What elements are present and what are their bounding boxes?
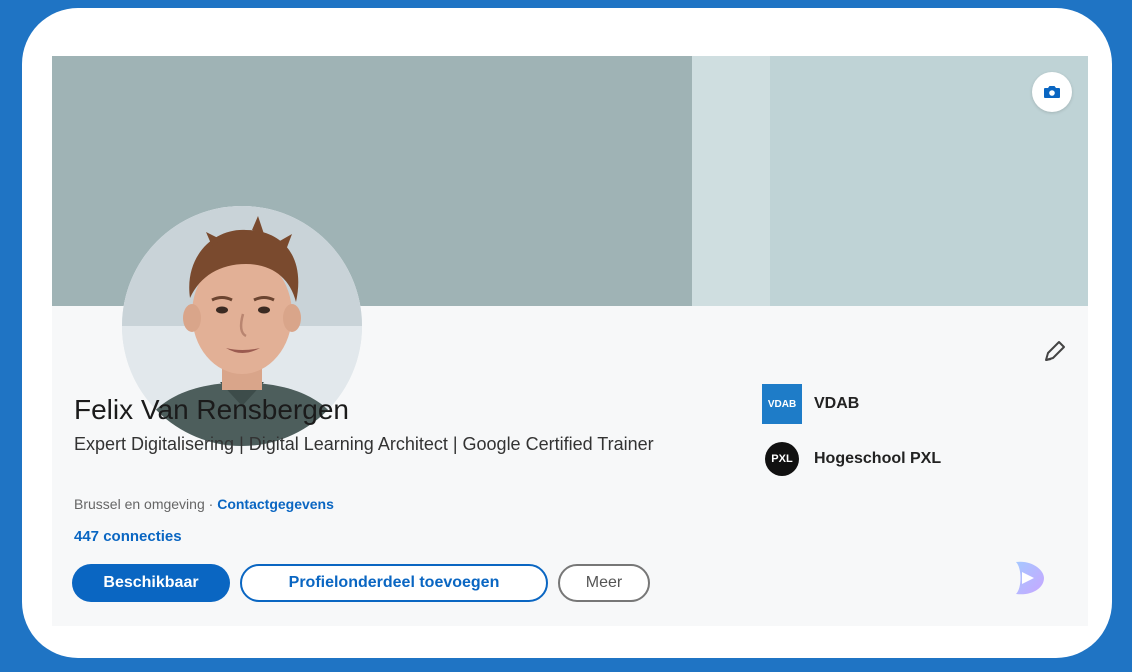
contact-info-link[interactable]: Contactgegevens [217, 496, 334, 512]
banner-camera-button[interactable] [1032, 72, 1072, 112]
profile-headline: Expert Digitalisering | Digital Learning… [74, 434, 654, 454]
org-name: VDAB [814, 395, 860, 412]
profile-name: Felix Van Rensbergen [74, 394, 349, 425]
more-button[interactable]: Meer [558, 564, 650, 602]
org-item-pxl[interactable]: PXL Hogeschool PXL [762, 442, 941, 476]
pxl-logo-icon: PXL [765, 442, 799, 476]
location-separator: · [204, 496, 218, 512]
org-name: Hogeschool PXL [814, 450, 942, 467]
profile-card: Felix Van Rensbergen Expert Digitaliseri… [52, 56, 1088, 626]
banner-band [692, 56, 770, 306]
add-profile-section-button[interactable]: Profielonderdeel toevoegen [240, 564, 548, 602]
pencil-icon[interactable] [1040, 338, 1068, 366]
location-text: Brussel en omgeving [74, 496, 205, 512]
connections-link[interactable]: 447 connecties [74, 528, 182, 545]
camera-icon [1044, 86, 1060, 98]
org-item-vdab[interactable]: VDAB VDAB [762, 384, 859, 424]
vdab-logo-icon: VDAB [762, 384, 802, 424]
location-line: Brussel en omgeving · Contactgegevens [74, 496, 334, 512]
available-button[interactable]: Beschikbaar [72, 564, 230, 602]
app-logo-icon [1016, 561, 1044, 595]
